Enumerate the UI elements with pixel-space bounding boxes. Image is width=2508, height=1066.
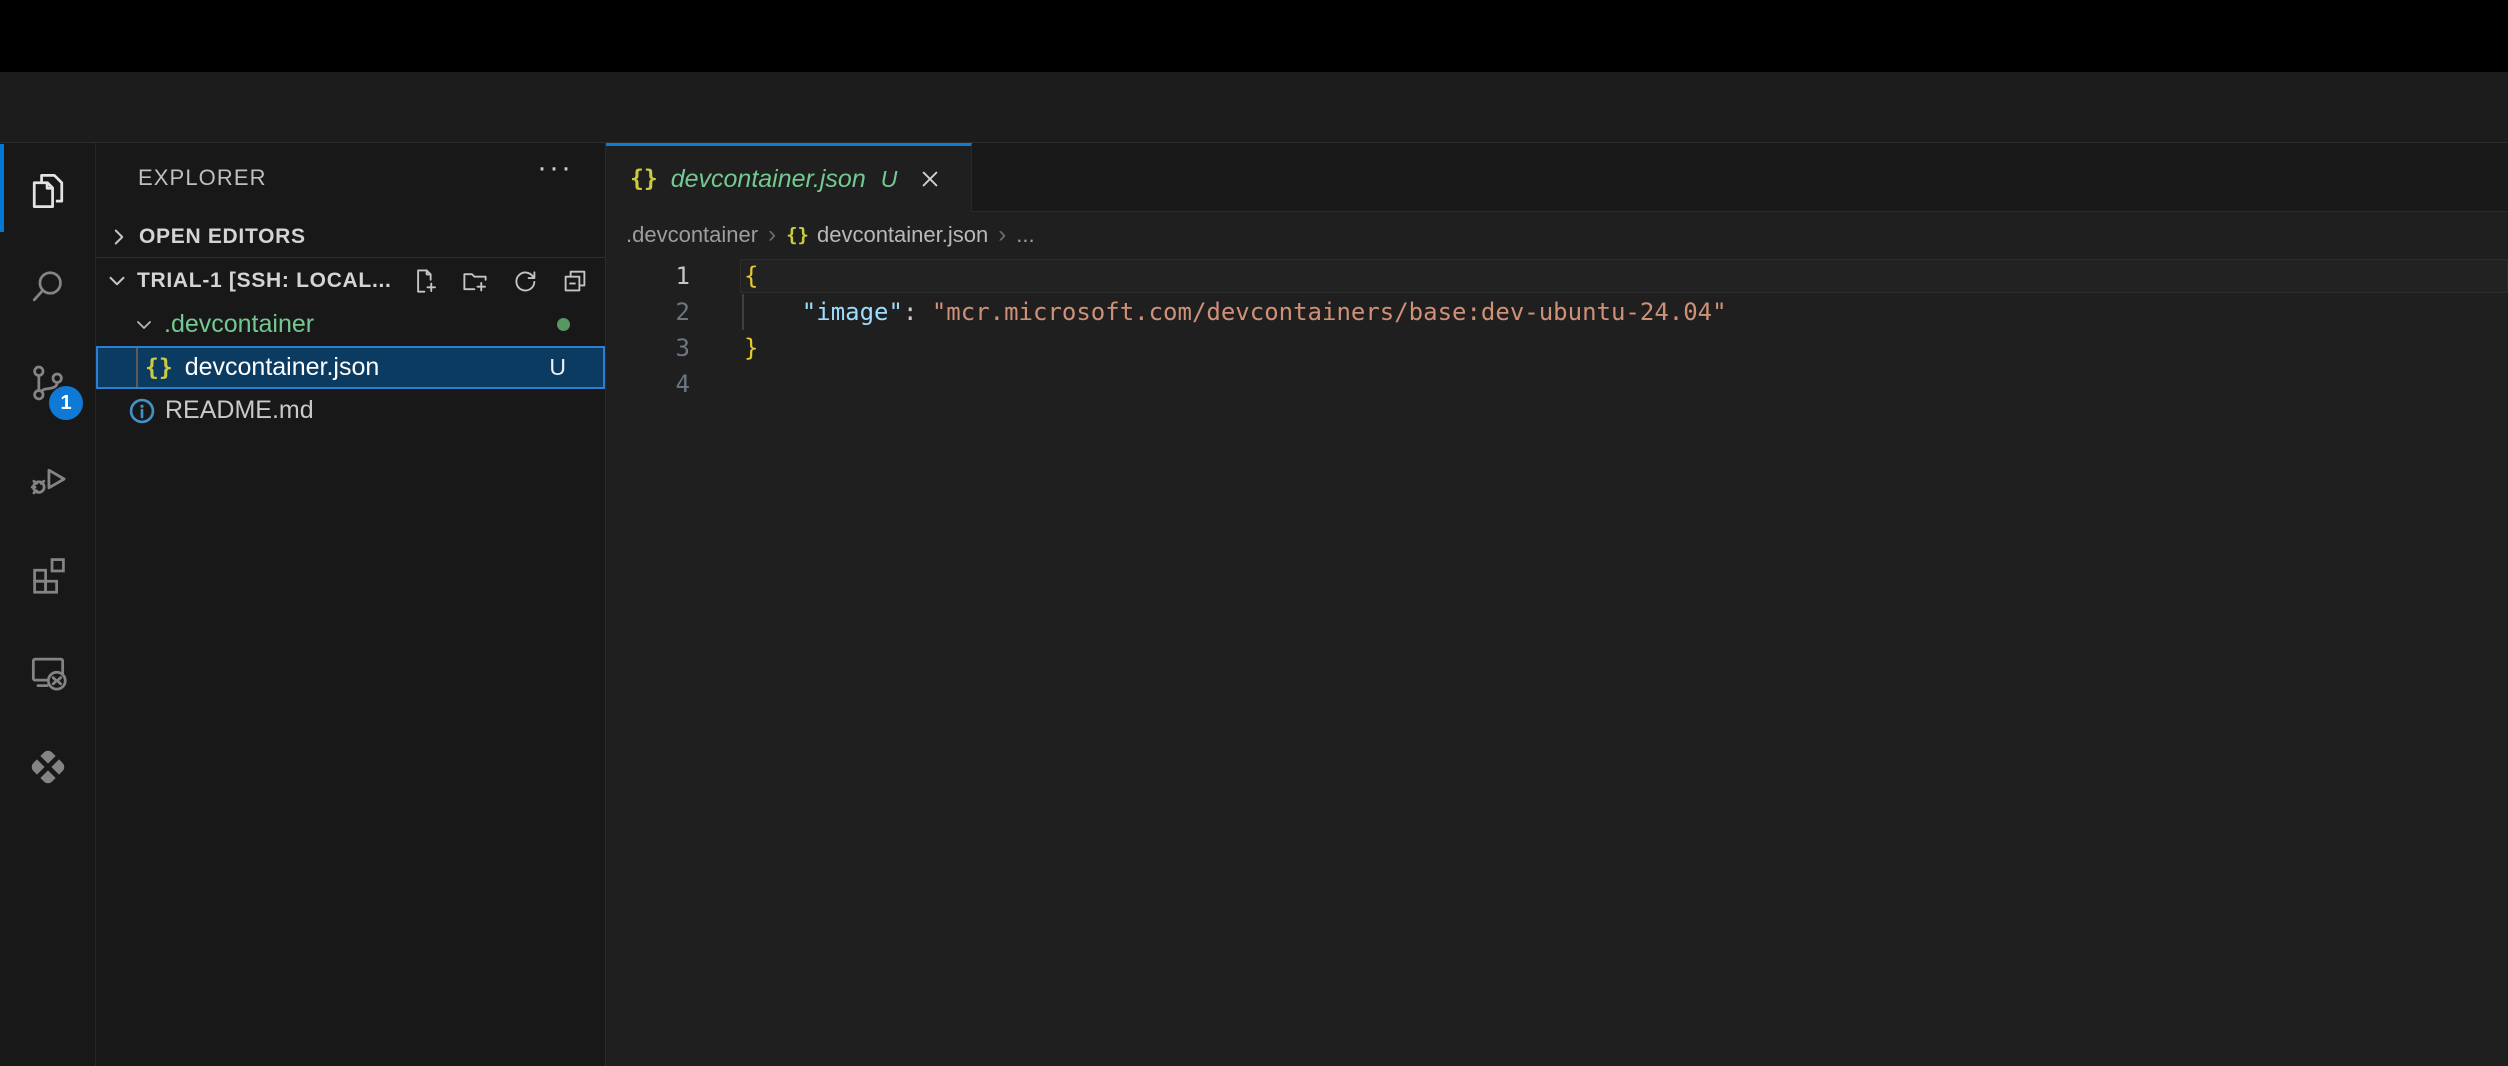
tree-item-devcontainer-json[interactable]: {} devcontainer.json U xyxy=(96,346,605,389)
tab-untracked-badge: U xyxy=(881,166,898,193)
refresh-icon[interactable] xyxy=(510,266,540,296)
line-content: "image": "mcr.microsoft.com/devcontainer… xyxy=(744,294,1727,330)
workspace-section[interactable]: TRIAL-1 [SSH: LOCAL... xyxy=(96,259,605,303)
token-indent xyxy=(744,298,802,326)
active-indicator xyxy=(0,144,4,232)
title-bar: Trial-1 [SSH: localhost:32772] xyxy=(0,72,2508,143)
json-file-icon: {} xyxy=(786,224,809,246)
activity-item-remote-explorer[interactable] xyxy=(0,623,96,719)
files-icon xyxy=(26,169,70,213)
extensions-icon xyxy=(26,553,70,597)
tree-item-devcontainer-folder[interactable]: .devcontainer xyxy=(96,303,605,346)
activity-item-source-control[interactable]: 1 xyxy=(0,335,96,431)
code-line-4: 4 xyxy=(606,366,2508,402)
folder-name: .devcontainer xyxy=(164,310,314,339)
editor-group: {} devcontainer.json U .devcontainer › {… xyxy=(606,143,2508,1066)
diamond-icon xyxy=(26,745,70,789)
code-line-3: 3 } xyxy=(606,330,2508,366)
line-number: 4 xyxy=(606,366,690,402)
git-modified-dot xyxy=(557,318,570,331)
chevron-right-icon xyxy=(106,224,132,250)
activity-item-extensions[interactable] xyxy=(0,527,96,623)
token-property-key: "image" xyxy=(802,298,903,326)
remote-explorer-icon xyxy=(26,649,70,693)
code-line-2: 2 "image": "mcr.microsoft.com/devcontain… xyxy=(606,294,2508,330)
sidebar-header: EXPLORER ··· xyxy=(96,143,605,211)
git-untracked-badge: U xyxy=(549,354,566,381)
breadcrumb: .devcontainer › {} devcontainer.json › .… xyxy=(606,212,2508,258)
sidebar-title: EXPLORER xyxy=(138,165,267,191)
top-black-strip xyxy=(0,0,2508,72)
close-icon[interactable] xyxy=(916,165,944,193)
breadcrumb-folder[interactable]: .devcontainer xyxy=(626,222,758,248)
tab-label: devcontainer.json xyxy=(671,165,866,194)
tab-bar: {} devcontainer.json U xyxy=(606,143,2508,212)
more-actions-button[interactable]: ··· xyxy=(537,151,573,185)
token-brace: { xyxy=(744,262,758,290)
section-divider xyxy=(96,257,605,258)
new-folder-icon[interactable] xyxy=(460,266,490,296)
workspace-label: TRIAL-1 [SSH: LOCAL... xyxy=(137,269,392,293)
vscode-window: Trial-1 [SSH: localhost:32772] 1 xyxy=(0,0,2508,1066)
code-editor[interactable]: 1 { 2 "image": "mcr.microsoft.com/devcon… xyxy=(606,258,2508,1066)
collapse-all-icon[interactable] xyxy=(560,266,590,296)
tree-item-readme[interactable]: README.md xyxy=(96,389,605,432)
file-name: README.md xyxy=(165,396,314,425)
debug-icon xyxy=(26,457,70,501)
json-file-icon: {} xyxy=(630,166,658,192)
new-file-icon[interactable] xyxy=(410,266,440,296)
activity-bar: 1 xyxy=(0,143,96,1066)
file-name: devcontainer.json xyxy=(185,353,380,382)
activity-item-explorer[interactable] xyxy=(0,143,96,239)
search-icon xyxy=(26,265,70,309)
tab-devcontainer-json[interactable]: {} devcontainer.json U xyxy=(606,143,972,212)
chevron-down-icon xyxy=(104,268,130,294)
line-content: { xyxy=(744,258,758,294)
activity-item-search[interactable] xyxy=(0,239,96,335)
info-icon xyxy=(126,395,158,427)
line-number: 2 xyxy=(606,294,690,330)
line-number: 3 xyxy=(606,330,690,366)
source-control-badge: 1 xyxy=(49,386,83,420)
file-tree: .devcontainer {} devcontainer.json U REA… xyxy=(96,303,605,432)
json-file-icon: {} xyxy=(145,355,173,381)
breadcrumb-file[interactable]: devcontainer.json xyxy=(817,222,988,248)
token-brace: } xyxy=(744,334,758,362)
token-string-value: "mcr.microsoft.com/devcontainers/base:de… xyxy=(932,298,1727,326)
explorer-sidebar: EXPLORER ··· OPEN EDITORS TRIAL-1 [SSH: … xyxy=(96,143,606,1066)
token-colon: : xyxy=(903,298,932,326)
line-content: } xyxy=(744,330,758,366)
breadcrumb-ellipsis[interactable]: ... xyxy=(1016,222,1034,248)
breadcrumb-separator: › xyxy=(998,221,1006,249)
open-editors-label: OPEN EDITORS xyxy=(139,225,306,249)
chevron-down-icon xyxy=(132,313,156,337)
breadcrumb-separator: › xyxy=(768,221,776,249)
code-line-1: 1 { xyxy=(606,258,2508,294)
activity-item-run-debug[interactable] xyxy=(0,431,96,527)
line-number: 1 xyxy=(606,258,690,294)
activity-item-containers[interactable] xyxy=(0,719,96,815)
workspace-actions xyxy=(410,266,605,296)
open-editors-section[interactable]: OPEN EDITORS xyxy=(96,218,605,256)
tree-indent-guide xyxy=(136,348,138,387)
